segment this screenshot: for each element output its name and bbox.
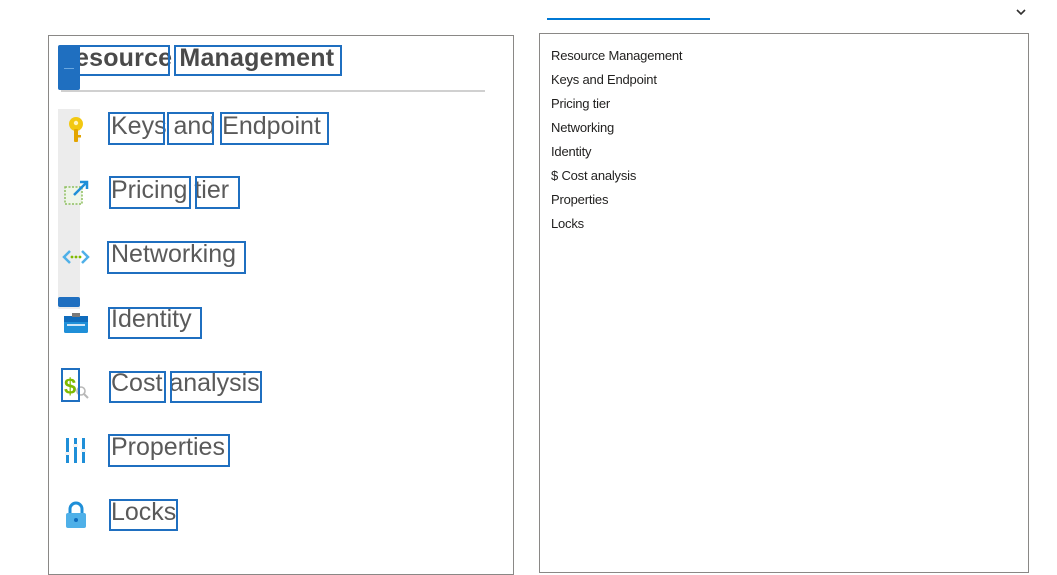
extracted-text-list: Resource Management Keys and Endpoint Pr… xyxy=(540,34,1028,236)
word-box xyxy=(195,176,240,209)
text-line: Resource Management xyxy=(551,48,683,63)
text-line: Properties xyxy=(551,192,609,207)
word-box xyxy=(109,499,178,531)
word-box xyxy=(170,371,262,403)
scroll-up-handle[interactable] xyxy=(58,45,80,90)
text-line: $ Cost analysis xyxy=(551,168,637,183)
key-icon xyxy=(61,114,91,144)
chevron-down-icon[interactable] xyxy=(1014,5,1028,19)
heading-divider xyxy=(61,90,485,92)
text-line: Keys and Endpoint xyxy=(551,72,657,87)
word-box xyxy=(109,176,191,209)
properties-icon xyxy=(61,435,91,465)
word-box xyxy=(108,307,202,339)
edit-pricing-icon xyxy=(61,178,91,208)
image-preview-panel: esource Management Keys and Endpoint Pri… xyxy=(48,35,514,575)
word-box xyxy=(108,112,165,145)
word-box xyxy=(167,112,214,145)
word-box xyxy=(69,45,170,76)
word-box xyxy=(109,371,166,403)
identity-icon xyxy=(61,307,91,337)
networking-icon xyxy=(61,242,91,272)
text-line: Identity xyxy=(551,144,592,159)
text-line: Locks xyxy=(551,216,584,231)
active-tab-underline xyxy=(547,18,710,20)
word-box xyxy=(174,45,342,76)
word-box xyxy=(220,112,329,145)
word-box xyxy=(108,434,230,467)
text-line: Pricing tier xyxy=(551,96,611,111)
text-line: Networking xyxy=(551,120,615,135)
word-box xyxy=(107,241,246,274)
lock-icon xyxy=(61,500,91,530)
extracted-text-panel[interactable]: Resource Management Keys and Endpoint Pr… xyxy=(539,33,1029,573)
word-box xyxy=(61,368,80,402)
